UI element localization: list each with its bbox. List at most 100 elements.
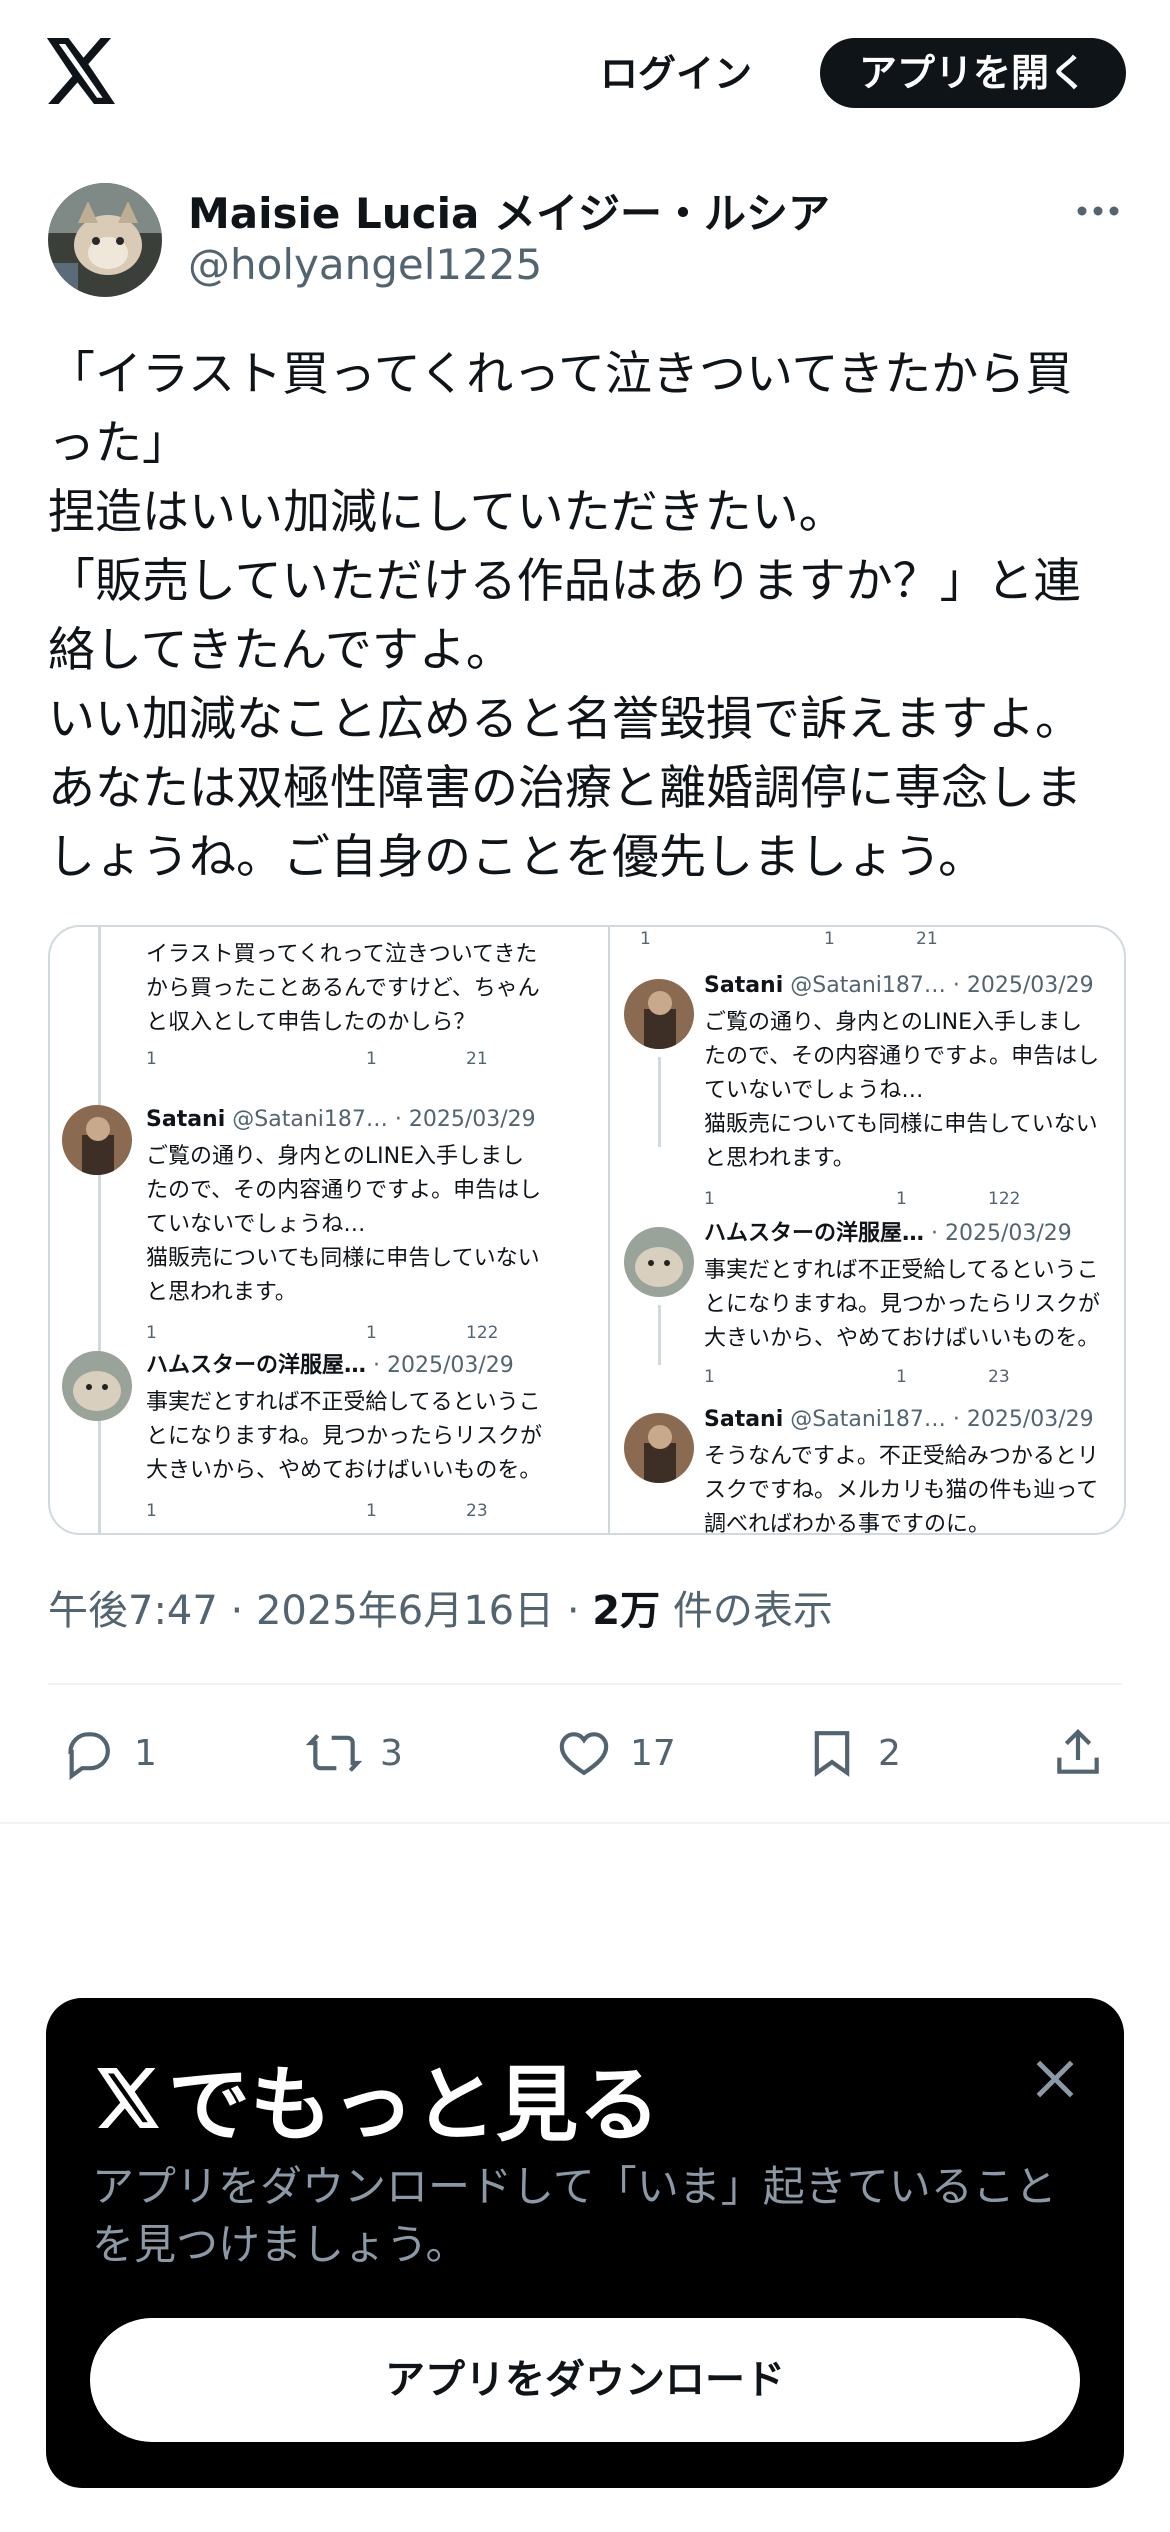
media-text-line: 大きいから、やめておけばいいものを。: [146, 1458, 542, 1483]
share-icon: [1057, 1729, 1099, 1774]
promo-description-line: アプリをダウンロードして「いま」起きていること: [92, 2162, 1057, 2211]
reply-count: 1: [134, 1732, 157, 1774]
media-author-satani: Satani @Satani187… · 2025/03/29: [146, 1107, 536, 1132]
post-media-image[interactable]: イラスト買ってくれって泣きついてきた から買ったことあるんですけど、ちゃん と収…: [48, 925, 1126, 1535]
media-text-line: たので、その内容通りですよ。申告はし: [146, 1178, 542, 1203]
media-metrics-row: 1 1 21: [146, 1049, 556, 1069]
app-promo-banner: でもっと見る アプリをダウンロードして「いま」起きていること を見つけましょう。…: [46, 1998, 1124, 2488]
like-button[interactable]: 17: [556, 1718, 676, 1788]
media-metrics-row: 1 1 23: [146, 1501, 556, 1521]
media-text-line: たので、その内容通りですよ。申告はし: [704, 1044, 1100, 1069]
media-text-line: ご覧の通り、身内とのLINE入手しまし: [146, 1144, 525, 1169]
post-text-line: あなたは双極性障害の治療と離婚調停に専念しま: [48, 761, 1082, 816]
like-count: 17: [630, 1732, 676, 1774]
view-count: 23: [466, 1501, 488, 1521]
media-text-line: とになりますね。見つかったらリスクが: [704, 1292, 1101, 1317]
media-text-line: 調べればわかる事ですのに。: [704, 1512, 991, 1535]
views-count: 2万: [592, 1588, 661, 1634]
media-text-line: 猫販売についても同様に申告していない: [146, 1246, 540, 1271]
post-text-line: いい加減なこと広めると名誉毀損で訴えますよ。: [48, 692, 1082, 747]
media-text-line: 大きいから、やめておけばいいものを。: [704, 1326, 1100, 1351]
media-text-line: スクですね。メルカリも猫の件も辿って: [704, 1478, 1099, 1503]
bookmark-icon: [814, 1731, 850, 1777]
post-text: 「イラスト買ってくれって泣きついてきたから買 った」 捏造はいい加減にしていただ…: [48, 340, 1128, 892]
reply-count: 1: [704, 1189, 715, 1209]
views-label: 件の表示: [672, 1588, 833, 1634]
media-text-line: ご覧の通り、身内とのLINE入手しまし: [704, 1010, 1083, 1035]
like-count: 1: [366, 1049, 377, 1069]
media-text-line: ていないでしょうね…: [704, 1078, 924, 1103]
like-count: 1: [896, 1367, 907, 1387]
view-count: 21: [916, 929, 938, 949]
media-author-hamster: ハムスターの洋服屋… · 2025/03/29: [146, 1353, 514, 1378]
promo-description-line: を見つけましょう。: [92, 2220, 468, 2269]
view-count: 122: [988, 1189, 1021, 1209]
media-avatar-satani: [62, 1105, 132, 1175]
view-count: 21: [466, 1049, 488, 1069]
post-text-line: しょうね。ご自身のことを優先しましょう。: [48, 830, 986, 885]
view-count: 122: [466, 1323, 499, 1343]
reply-count: 1: [146, 1501, 157, 1521]
download-app-button[interactable]: アプリをダウンロード: [90, 2318, 1080, 2442]
media-text-line: と収入として申告したのかしら？: [146, 1010, 476, 1035]
media-text-line: と思われます。: [146, 1280, 297, 1305]
more-options-icon[interactable]: [1076, 196, 1120, 226]
author-avatar[interactable]: [48, 183, 162, 297]
retweet-button[interactable]: 3: [306, 1718, 403, 1788]
reply-count: 1: [640, 929, 651, 949]
post-text-line: 捏造はいい加減にしていただきたい。: [48, 485, 846, 540]
reply-icon: [68, 1732, 110, 1781]
post-text-line: 「イラスト買ってくれって泣きついてきたから買: [48, 347, 1073, 402]
retweet-icon: [306, 1734, 362, 1772]
media-metrics-row: 1 1 122: [704, 1189, 1068, 1209]
x-logo-icon[interactable]: [46, 38, 118, 104]
media-author-satani: Satani @Satani187… · 2025/03/29: [704, 973, 1094, 998]
reply-button[interactable]: 1: [60, 1718, 157, 1788]
like-count: 1: [896, 1189, 907, 1209]
media-text-line: と思われます。: [704, 1146, 855, 1171]
retweet-count: 3: [380, 1732, 403, 1774]
retweet-count: [800, 1189, 896, 1209]
heart-icon: [559, 1732, 609, 1776]
media-metrics-row: 1 1 23: [704, 1367, 1068, 1387]
divider: [48, 1683, 1122, 1685]
post-text-line: 「販売していただける作品はありますか？」と連: [48, 554, 1081, 609]
post-text-line: った」: [48, 416, 189, 471]
media-avatar-hamster: [62, 1351, 132, 1421]
post-timestamp[interactable]: 午後7:47 · 2025年6月16日 · 2万 件の表示: [48, 1578, 833, 1636]
divider: [0, 1822, 1170, 1824]
post-text-line: 絡してきたんですよ。: [48, 623, 513, 678]
media-avatar-hamster: [624, 1227, 694, 1297]
promo-description: アプリをダウンロードして「いま」起きていること を見つけましょう。: [92, 2158, 1092, 2274]
reply-count: 1: [704, 1367, 715, 1387]
media-author-hamster: ハムスターの洋服屋… · 2025/03/29: [704, 1221, 1072, 1246]
media-text-line: 猫販売についても同様に申告していない: [704, 1112, 1098, 1137]
author-handle[interactable]: @holyangel1225: [188, 240, 542, 289]
open-app-button[interactable]: アプリを開く: [820, 38, 1126, 108]
media-right-screenshot: 1 1 21 Satani @Satani187… · 2025/03/29 ご…: [610, 927, 1124, 1533]
reply-count: 1: [146, 1049, 157, 1069]
bookmark-count: 2: [878, 1732, 901, 1774]
retweet-count: [732, 929, 824, 949]
post-date: 2025年6月16日: [255, 1588, 555, 1634]
media-text-line: そうなんですよ。不正受給みつかるとリ: [704, 1444, 1099, 1469]
retweet-count: [256, 1323, 366, 1343]
like-count: 1: [366, 1323, 377, 1343]
view-count: 23: [988, 1367, 1010, 1387]
share-button[interactable]: [1050, 1718, 1106, 1788]
post-time: 午後7:47: [48, 1588, 218, 1634]
like-count: 1: [366, 1501, 377, 1521]
media-left-screenshot: イラスト買ってくれって泣きついてきた から買ったことあるんですけど、ちゃん と収…: [50, 927, 610, 1533]
media-text-line: とになりますね。見つかったらリスクが: [146, 1424, 543, 1449]
login-link[interactable]: ログイン: [600, 42, 752, 106]
media-avatar-satani: [624, 979, 694, 1049]
promo-title: でもっと見る: [96, 2038, 660, 2157]
like-count: 1: [824, 929, 835, 949]
media-metrics-row: 1 1 21: [640, 929, 996, 949]
author-display-name[interactable]: Maisie Lucia メイジー・ルシア: [188, 180, 830, 241]
media-text-line: 事実だとすれば不正受給してるというこ: [146, 1390, 541, 1415]
x-logo-icon: [97, 2067, 159, 2128]
close-icon[interactable]: [1030, 2054, 1080, 2104]
media-metrics-row: 1 1 122: [146, 1323, 556, 1343]
bookmark-button[interactable]: 2: [804, 1718, 901, 1788]
